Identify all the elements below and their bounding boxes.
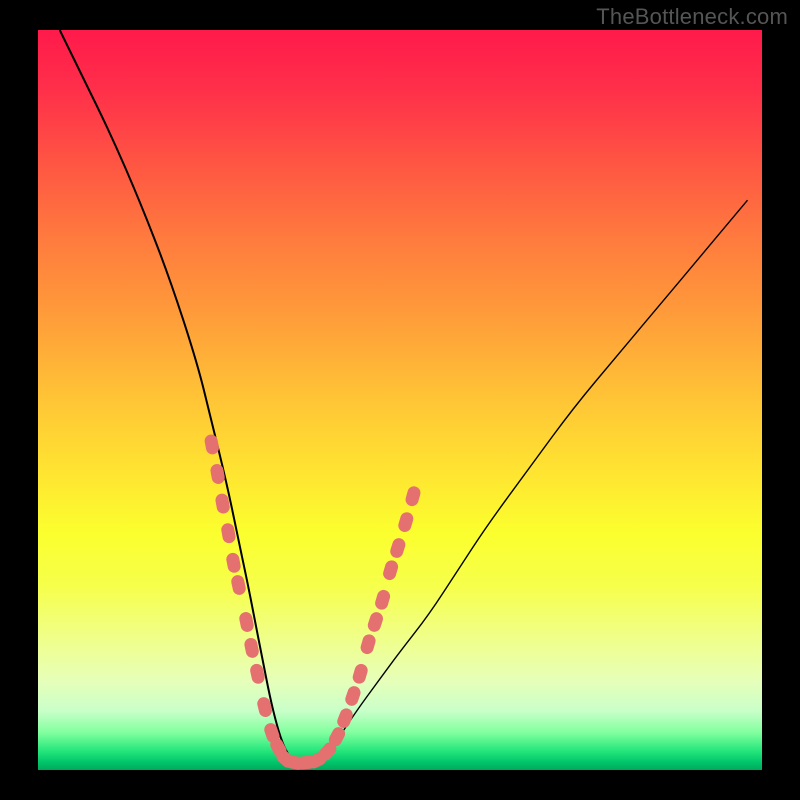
marker-point [220,522,236,544]
marker-point [359,633,377,656]
marker-point [374,588,392,611]
bottleneck-curve-left [60,30,328,762]
plot-area [38,30,762,770]
marker-point [382,559,400,582]
marker-group [203,433,421,770]
marker-point [238,611,255,633]
marker-point [243,637,260,659]
curve-svg [38,30,762,770]
marker-point [351,662,369,685]
marker-point [230,574,247,596]
chart-frame: TheBottleneck.com [0,0,800,800]
marker-point [397,511,415,534]
marker-point [366,610,385,633]
marker-point [344,684,363,707]
watermark-text: TheBottleneck.com [596,4,788,30]
marker-point [389,537,407,560]
marker-point [335,707,354,730]
marker-point [225,552,242,574]
marker-point [404,485,422,508]
marker-point [203,433,220,455]
